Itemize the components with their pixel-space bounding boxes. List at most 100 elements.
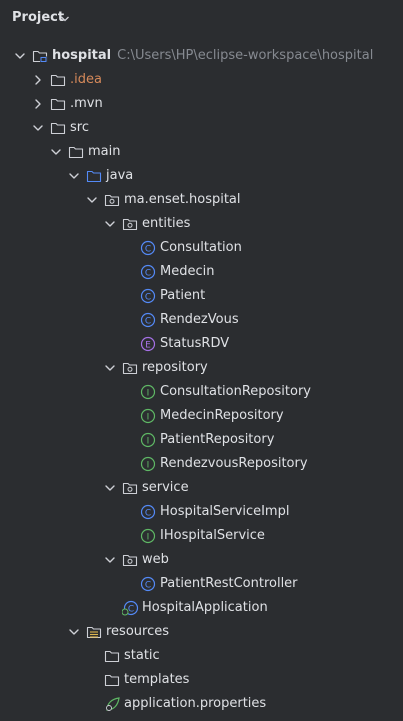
chevron-down-icon[interactable] — [32, 122, 44, 134]
source-folder-icon — [86, 168, 102, 184]
chevron-down-icon[interactable] — [68, 170, 80, 182]
tree-item-name: templates — [124, 672, 190, 687]
spring-class-icon: C — [122, 600, 139, 616]
tree-item-name: HospitalApplication — [142, 600, 268, 615]
chevron-down-icon[interactable] — [68, 626, 80, 638]
tree-item-label: Consultation — [160, 240, 242, 256]
tree-item-name: RendezvousRepository — [160, 456, 308, 471]
tree-row-repository[interactable]: repository — [0, 356, 403, 380]
project-view-title[interactable]: Project — [12, 10, 64, 25]
package-icon — [104, 192, 120, 208]
tree-row-hospitalapplication[interactable]: C HospitalApplication — [0, 596, 403, 620]
svg-text:C: C — [145, 244, 151, 254]
tree-item-label: entities — [142, 216, 190, 232]
tree-item-label: HospitalServiceImpl — [160, 504, 289, 520]
tree-item-label: .mvn — [70, 96, 103, 112]
tree-item-name: IHospitalService — [160, 528, 265, 543]
tree-item-name: entities — [142, 216, 191, 231]
tree-row-consultationrepository[interactable]: I ConsultationRepository — [0, 380, 403, 404]
tree-row-ihospitalservice[interactable]: I IHospitalService — [0, 524, 403, 548]
tree-item-name: main — [88, 144, 121, 159]
tree-row-statusrdv[interactable]: E StatusRDV — [0, 332, 403, 356]
module-folder-icon — [32, 48, 48, 64]
tree-row-medecin[interactable]: C Medecin — [0, 260, 403, 284]
package-icon — [122, 552, 138, 568]
tree-item-label: ConsultationRepository — [160, 384, 311, 400]
class-icon: C — [140, 264, 156, 280]
tree-row-service[interactable]: service — [0, 476, 403, 500]
folder-icon — [68, 144, 84, 160]
svg-text:I: I — [147, 412, 150, 422]
project-header: Project — [0, 0, 403, 40]
chevron-down-icon[interactable] — [86, 194, 98, 206]
tree-item-name: StatusRDV — [160, 336, 230, 351]
tree-item-name: service — [142, 480, 189, 495]
class-icon: C — [140, 504, 156, 520]
resources-folder-icon — [86, 624, 102, 640]
tree-row-patientrepository[interactable]: I PatientRepository — [0, 428, 403, 452]
tree-item-name: .idea — [70, 72, 102, 87]
svg-text:C: C — [145, 580, 151, 590]
tree-row-application-properties[interactable]: application.properties — [0, 692, 403, 716]
chevron-down-icon[interactable] — [104, 362, 116, 374]
tree-row-rendezvous[interactable]: C RendezVous — [0, 308, 403, 332]
spring-properties-icon — [104, 696, 120, 712]
class-icon: C — [140, 288, 156, 304]
chevron-down-icon[interactable] — [50, 146, 62, 158]
enum-icon: E — [140, 336, 156, 352]
tree-row-patientrestcontroller[interactable]: C PatientRestController — [0, 572, 403, 596]
tree-row-web[interactable]: web — [0, 548, 403, 572]
svg-text:C: C — [128, 604, 134, 614]
interface-icon: I — [140, 384, 156, 400]
tree-item-name: hospital — [52, 48, 112, 63]
tree-row-mvn[interactable]: .mvn — [0, 92, 403, 116]
chevron-right-icon[interactable] — [32, 98, 44, 110]
chevron-down-icon[interactable] — [104, 218, 116, 230]
tree-row-entities[interactable]: entities — [0, 212, 403, 236]
tree-row-hospitalserviceimpl[interactable]: C HospitalServiceImpl — [0, 500, 403, 524]
chevron-right-icon[interactable] — [32, 74, 44, 86]
module-path: C:\Users\HP\eclipse-workspace\hospital — [117, 48, 374, 63]
project-tree: hospital C:\Users\HP\eclipse-workspace\ho… — [0, 44, 403, 716]
tree-item-name: PatientRepository — [160, 432, 275, 447]
chevron-down-icon[interactable] — [14, 50, 26, 62]
package-icon — [122, 360, 138, 376]
tree-item-name: PatientRestController — [160, 576, 298, 591]
tree-item-label: src — [70, 120, 89, 136]
svg-text:I: I — [147, 388, 150, 398]
tree-item-label: ma.enset.hospital — [124, 192, 241, 208]
tree-item-label: Patient — [160, 288, 205, 304]
chevron-down-icon[interactable] — [60, 14, 70, 24]
tree-item-name: src — [70, 120, 89, 135]
tree-item-label: resources — [106, 624, 169, 640]
svg-text:C: C — [145, 316, 151, 326]
tree-row-consultation[interactable]: C Consultation — [0, 236, 403, 260]
chevron-down-icon[interactable] — [104, 482, 116, 494]
tree-row-main[interactable]: main — [0, 140, 403, 164]
tree-row-templates[interactable]: templates — [0, 668, 403, 692]
tree-row-rendezvousrepository[interactable]: I RendezvousRepository — [0, 452, 403, 476]
folder-icon — [50, 96, 66, 112]
class-icon: C — [140, 240, 156, 256]
tree-item-name: Patient — [160, 288, 206, 303]
tree-item-name: ConsultationRepository — [160, 384, 311, 399]
tree-item-label: .idea — [70, 72, 102, 88]
tree-row-idea[interactable]: .idea — [0, 68, 403, 92]
tree-item-label: service — [142, 480, 189, 496]
tree-item-name: HospitalServiceImpl — [160, 504, 290, 519]
tree-row-patient[interactable]: C Patient — [0, 284, 403, 308]
tree-item-label: main — [88, 144, 120, 160]
tree-row-src[interactable]: src — [0, 116, 403, 140]
svg-text:C: C — [145, 268, 151, 278]
tree-item-name: RendezVous — [160, 312, 239, 327]
tree-row-medecinrepository[interactable]: I MedecinRepository — [0, 404, 403, 428]
class-icon: C — [140, 312, 156, 328]
tree-row-resources[interactable]: resources — [0, 620, 403, 644]
tree-row-hospital[interactable]: hospital C:\Users\HP\eclipse-workspace\ho… — [0, 44, 403, 68]
tree-item-label: IHospitalService — [160, 528, 265, 544]
tree-row-static[interactable]: static — [0, 644, 403, 668]
folder-icon — [104, 648, 120, 664]
chevron-down-icon[interactable] — [104, 554, 116, 566]
tree-row-java[interactable]: java — [0, 164, 403, 188]
tree-row-ma-enset-hospital[interactable]: ma.enset.hospital — [0, 188, 403, 212]
